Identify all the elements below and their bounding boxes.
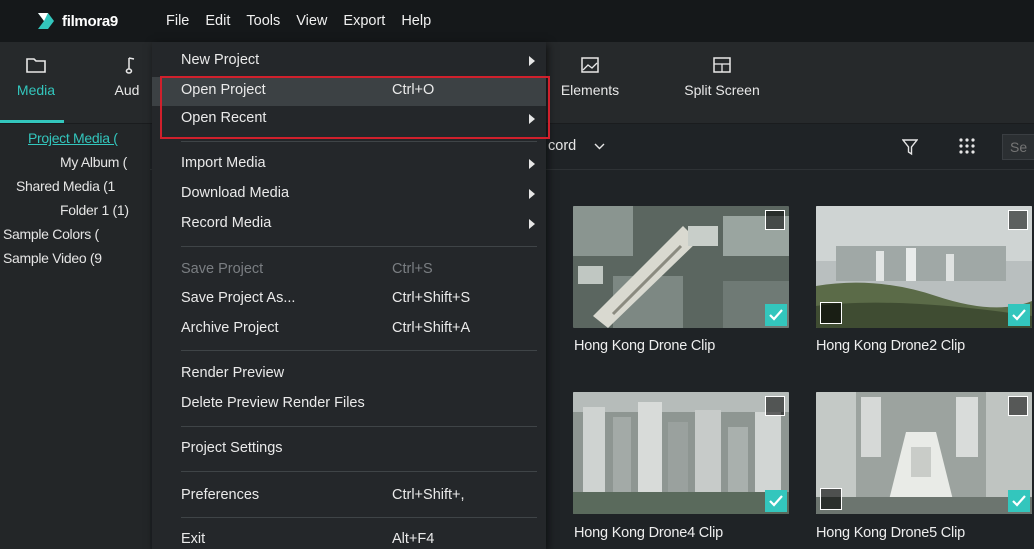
menu-item-save-project-as[interactable]: Save Project As... Ctrl+Shift+S [152, 285, 546, 314]
menu-item-download-media[interactable]: Download Media [152, 180, 546, 209]
menu-tools[interactable]: Tools [238, 0, 288, 42]
media-thumbnail-1[interactable] [573, 206, 789, 328]
menu-bar: File Edit Tools View Export Help [158, 0, 439, 42]
tab-elements-label: Elements [560, 82, 620, 98]
media-caption-3: Hong Kong Drone4 Clip [574, 525, 723, 541]
app-logo: filmora9 [36, 9, 118, 33]
menu-item-preferences[interactable]: Preferences Ctrl+Shift+, [152, 482, 546, 511]
media-library-sidebar: Project Media ( My Album ( Shared Media … [0, 124, 150, 549]
menu-item-shortcut: Ctrl+S [392, 261, 433, 277]
menu-item-label: Import Media [181, 155, 266, 171]
menu-separator [181, 517, 537, 518]
menu-item-label: Delete Preview Render Files [181, 395, 365, 411]
sidebar-item-my-album[interactable]: My Album ( [60, 154, 127, 170]
drone-city-fog-thumbnail [816, 206, 1032, 328]
menu-item-new-project[interactable]: New Project [152, 47, 546, 76]
sidebar-item-sample-video[interactable]: Sample Video (9 [3, 250, 102, 266]
drone-ship-thumbnail [816, 392, 1032, 514]
tab-split-screen-label: Split Screen [684, 82, 760, 98]
menu-item-import-media[interactable]: Import Media [152, 150, 546, 179]
menu-item-shortcut: Ctrl+Shift+A [392, 320, 471, 336]
menu-item-label: Save Project [181, 261, 264, 277]
pip-icon [820, 302, 842, 324]
menu-separator [181, 426, 537, 427]
menu-item-shortcut: Ctrl+Shift+, [392, 487, 465, 503]
menu-item-shortcut: Alt+F4 [392, 531, 435, 547]
record-dropdown-label: cord [548, 138, 577, 154]
drone-aerial-thumbnail [573, 206, 789, 328]
menu-item-label: Record Media [181, 215, 272, 231]
active-tab-indicator [0, 120, 64, 123]
checkmark-icon [765, 490, 787, 512]
submenu-arrow-icon [529, 189, 535, 199]
menu-item-label: Preferences [181, 487, 260, 503]
media-caption-1: Hong Kong Drone Clip [574, 338, 716, 354]
media-thumbnail-4[interactable] [816, 392, 1032, 514]
menu-separator [181, 471, 537, 472]
menu-item-label: New Project [181, 52, 260, 68]
menu-file[interactable]: File [158, 0, 197, 42]
chevron-down-icon [594, 138, 605, 154]
sidebar-item-folder-1[interactable]: Folder 1 (1) [60, 202, 129, 218]
media-caption-4: Hong Kong Drone5 Clip [816, 525, 965, 541]
grid-view-icon[interactable] [958, 137, 976, 158]
tab-split-screen[interactable]: Split Screen [672, 56, 772, 98]
title-bar: filmora9 File Edit Tools View Export Hel… [0, 0, 1034, 42]
media-thumbnail-2[interactable] [816, 206, 1032, 328]
tab-media[interactable]: Media [8, 56, 64, 98]
menu-item-record-media[interactable]: Record Media [152, 210, 546, 239]
video-clip-icon [1008, 210, 1028, 230]
media-caption-2: Hong Kong Drone2 Clip [816, 338, 965, 354]
filter-icon[interactable] [901, 138, 919, 159]
menu-item-render-preview[interactable]: Render Preview [152, 360, 546, 389]
submenu-arrow-icon [529, 56, 535, 66]
search-input[interactable] [1002, 134, 1034, 160]
menu-item-label: Project Settings [181, 440, 283, 456]
menu-help[interactable]: Help [393, 0, 439, 42]
checkmark-icon [765, 304, 787, 326]
sidebar-item-sample-colors[interactable]: Sample Colors ( [3, 226, 99, 242]
pip-icon [820, 488, 842, 510]
checkmark-icon [1008, 304, 1030, 326]
media-thumbnail-3[interactable] [573, 392, 789, 514]
menu-item-label: Save Project As... [181, 290, 296, 306]
tab-audio-label: Aud [114, 82, 140, 98]
tab-media-label: Media [16, 82, 56, 98]
record-dropdown[interactable]: cord [548, 138, 605, 154]
tab-elements[interactable]: Elements [550, 56, 630, 98]
split-screen-icon [711, 56, 733, 74]
menu-item-shortcut: Ctrl+Shift+S [392, 290, 471, 306]
menu-item-delete-preview-render-files[interactable]: Delete Preview Render Files [152, 390, 546, 419]
submenu-arrow-icon [529, 219, 535, 229]
checkmark-icon [1008, 490, 1030, 512]
menu-view[interactable]: View [288, 0, 335, 42]
menu-export[interactable]: Export [335, 0, 393, 42]
sidebar-item-shared-media[interactable]: Shared Media (1 [16, 178, 115, 194]
menu-item-project-settings[interactable]: Project Settings [152, 435, 546, 464]
video-clip-icon [1008, 396, 1028, 416]
music-note-icon [116, 56, 138, 74]
folder-icon [25, 56, 47, 74]
image-icon [579, 56, 601, 74]
menu-item-label: Download Media [181, 185, 290, 201]
menu-separator [181, 141, 537, 142]
menu-item-save-project[interactable]: Save Project Ctrl+S [152, 256, 546, 285]
menu-item-label: Render Preview [181, 365, 285, 381]
sidebar-item-project-media[interactable]: Project Media ( [28, 130, 118, 146]
menu-item-label: Archive Project [181, 320, 279, 336]
filmora-logo-icon [36, 11, 56, 31]
menu-separator [181, 246, 537, 247]
menu-separator [181, 350, 537, 351]
menu-item-exit[interactable]: Exit Alt+F4 [152, 526, 546, 549]
annotation-highlight-box [160, 76, 550, 139]
menu-item-label: Exit [181, 531, 206, 547]
menu-edit[interactable]: Edit [197, 0, 238, 42]
submenu-arrow-icon [529, 159, 535, 169]
app-name: filmora9 [62, 12, 118, 30]
tab-audio[interactable]: Aud [102, 56, 152, 98]
video-clip-icon [765, 396, 785, 416]
drone-towers-thumbnail [573, 392, 789, 514]
video-clip-icon [765, 210, 785, 230]
menu-item-archive-project[interactable]: Archive Project Ctrl+Shift+A [152, 315, 546, 344]
